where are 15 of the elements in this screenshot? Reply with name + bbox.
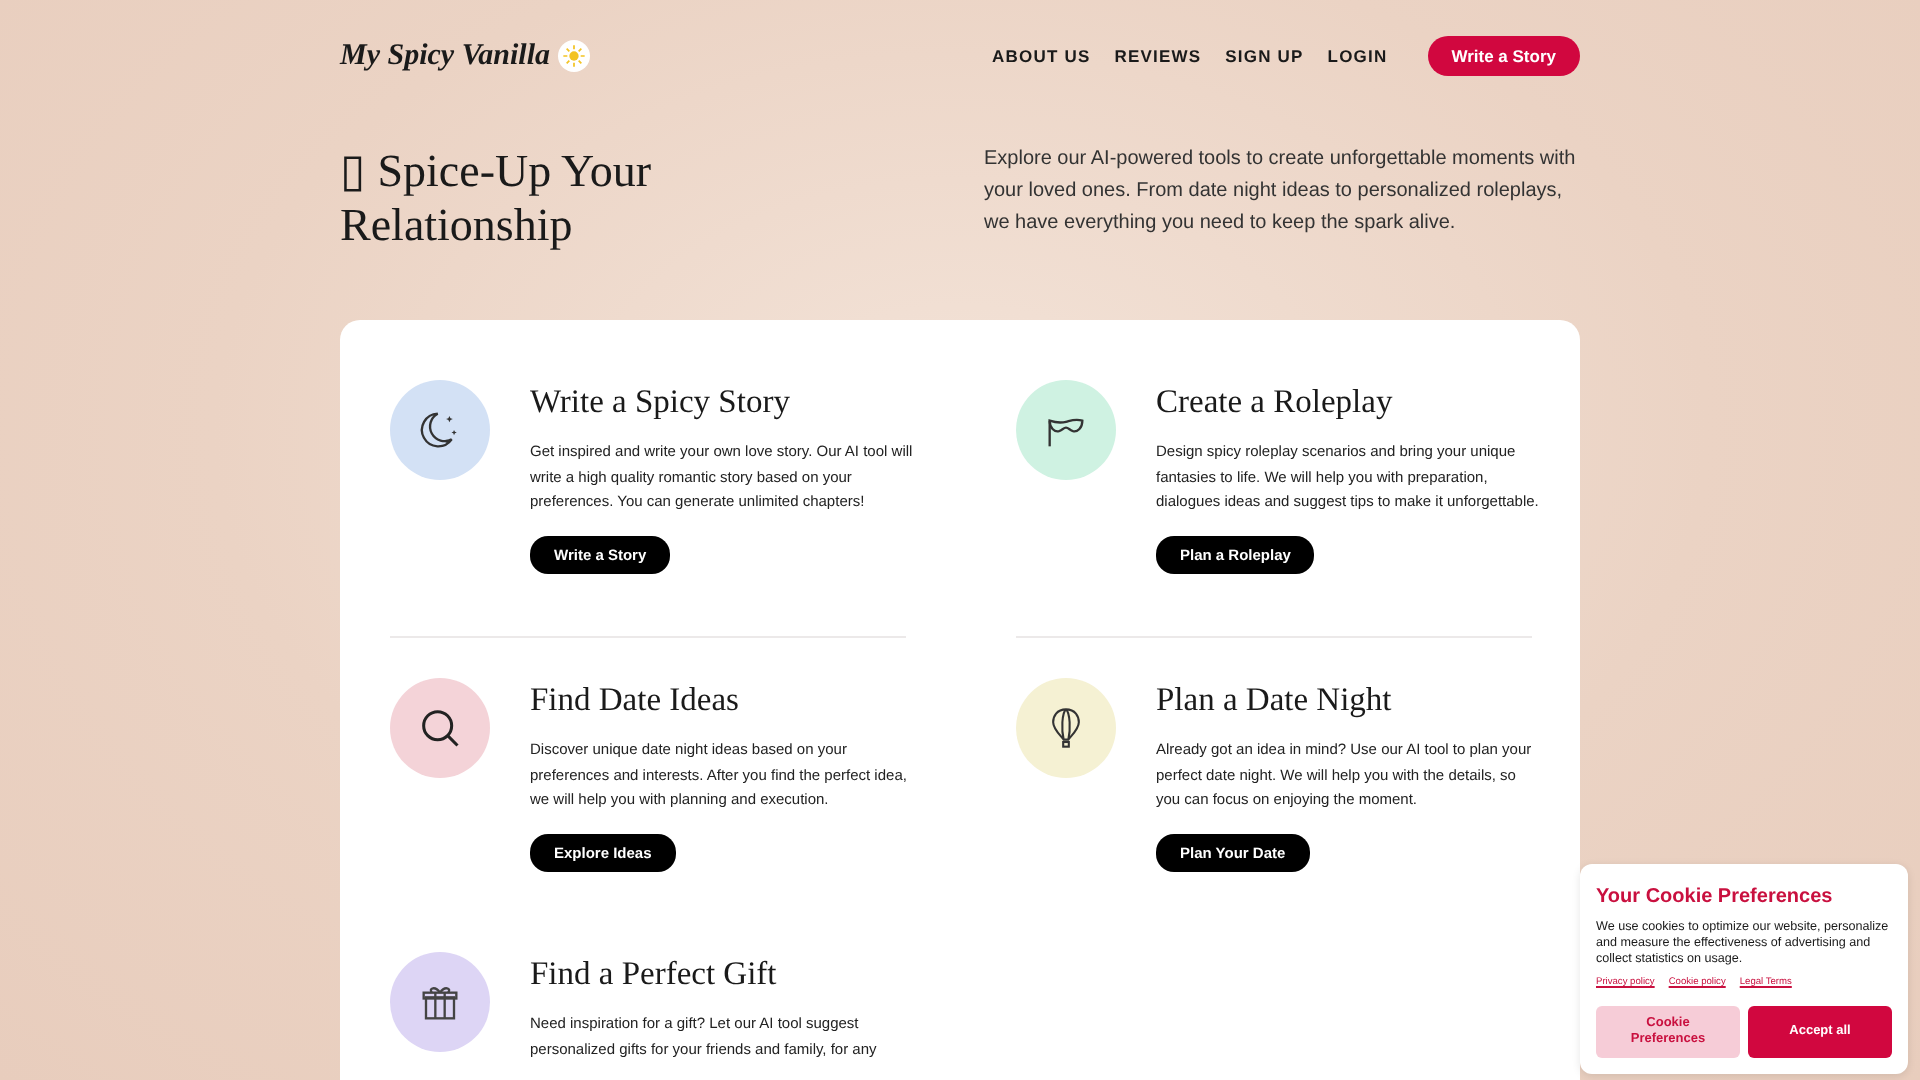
nav-link[interactable]: SIGN UP bbox=[1225, 43, 1304, 69]
nav-link[interactable]: ABOUT US bbox=[992, 43, 1091, 69]
hero-title: ▯ Spice-Up Your Relationship bbox=[340, 144, 653, 254]
feature-title: Find Date Ideas bbox=[530, 678, 741, 722]
sun-icon bbox=[558, 40, 591, 72]
cookie-title: Your Cookie Preferences bbox=[1596, 884, 1835, 912]
nav-link[interactable]: REVIEWS bbox=[1114, 43, 1202, 69]
nav-link[interactable]: LOGIN bbox=[1327, 43, 1388, 69]
write-story-button[interactable]: Write a Story bbox=[1427, 35, 1580, 77]
logo[interactable]: My Spicy Vanilla bbox=[340, 33, 551, 79]
feature-title: Find a Perfect Gift bbox=[530, 952, 779, 996]
feature-title: Create a Roleplay bbox=[1156, 380, 1395, 424]
feature-title: Plan a Date Night bbox=[1156, 678, 1394, 722]
feature-title: Write a Spicy Story bbox=[530, 380, 792, 424]
hero-description: Explore our AI-powered tools to create unforgettable moments with your loved ones. From date night ideas to personalized roleplays, we have everything you need to keep the spark alive. bbox=[984, 146, 1578, 238]
